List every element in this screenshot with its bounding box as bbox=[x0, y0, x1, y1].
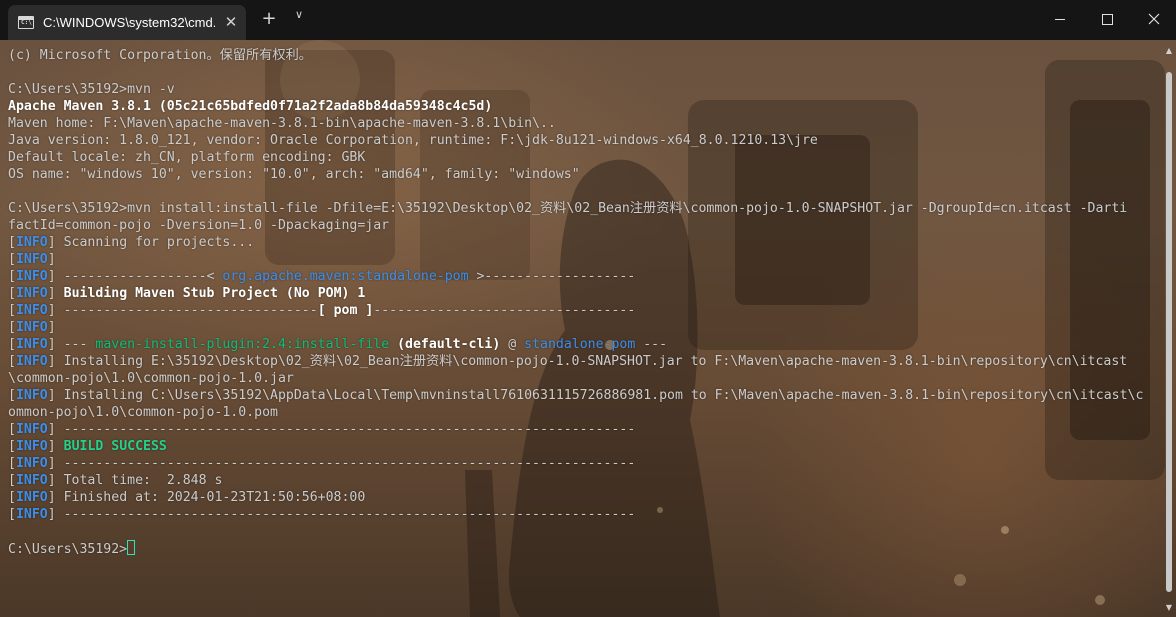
console-line: ommon-pojo\1.0\common-pojo-1.0.pom bbox=[8, 405, 278, 420]
terminal-icon-text: C:\ bbox=[21, 19, 32, 26]
console-line: [INFO] --- maven-install-plugin:2.4:inst… bbox=[8, 337, 668, 352]
console-line: Maven home: F:\Maven\apache-maven-3.8.1-… bbox=[8, 116, 556, 131]
new-tab-button[interactable]: + bbox=[255, 8, 283, 36]
console-line: [INFO] ---------------------------------… bbox=[8, 456, 636, 471]
prompt-line[interactable]: C:\Users\35192> bbox=[8, 540, 1143, 557]
console-line: factId=common-pojo -Dversion=1.0 -Dpacka… bbox=[8, 218, 390, 233]
tab-title: C:\WINDOWS\system32\cmd. bbox=[43, 15, 215, 30]
console-line: [INFO] Building Maven Stub Project (No P… bbox=[8, 286, 366, 301]
console-line: [INFO] --------------------------------[… bbox=[8, 303, 636, 318]
console-line: [INFO] Installing C:\Users\35192\AppData… bbox=[8, 388, 1144, 403]
terminal-window: C:\ C:\WINDOWS\system32\cmd. ✕ + ∨ (c) M… bbox=[0, 0, 1176, 617]
console-line: (c) Microsoft Corporation。保留所有权利。 bbox=[8, 48, 312, 63]
console-line: \common-pojo\1.0\common-pojo-1.0.jar bbox=[8, 371, 294, 386]
tab-dropdown-button[interactable]: ∨ bbox=[285, 8, 313, 36]
maximize-button[interactable] bbox=[1083, 0, 1131, 40]
scrollbar-thumb[interactable] bbox=[1166, 72, 1172, 592]
console-line: [INFO] ---------------------------------… bbox=[8, 422, 636, 437]
console-line: C:\Users\35192>mvn -v bbox=[8, 82, 175, 97]
console-line: [INFO] Total time: 2.848 s bbox=[8, 473, 223, 488]
console-line: Apache Maven 3.8.1 (05c21c65bdfed0f71a2f… bbox=[8, 99, 493, 114]
command-prompt: C:\Users\35192> bbox=[8, 542, 128, 557]
console-line: C:\Users\35192>mvn install:install-file … bbox=[8, 201, 1128, 216]
close-icon bbox=[1148, 13, 1160, 25]
tab-close-icon[interactable]: ✕ bbox=[223, 14, 239, 30]
terminal-tab[interactable]: C:\ C:\WINDOWS\system32\cmd. ✕ bbox=[8, 5, 246, 40]
console-line: Default locale: zh_CN, platform encoding… bbox=[8, 150, 366, 165]
scroll-up-arrow-icon[interactable]: ▲ bbox=[1164, 46, 1174, 56]
console-line: [INFO] ---------------------------------… bbox=[8, 507, 636, 522]
terminal-icon: C:\ bbox=[18, 16, 34, 29]
minimize-button[interactable] bbox=[1036, 0, 1084, 40]
title-bar[interactable]: C:\ C:\WINDOWS\system32\cmd. ✕ + ∨ bbox=[0, 0, 1176, 40]
console-output: (c) Microsoft Corporation。保留所有权利。 C:\User… bbox=[8, 47, 1143, 557]
console-line: [INFO] Finished at: 2024-01-23T21:50:56+… bbox=[8, 490, 366, 505]
console-line: [INFO] ------------------< org.apache.ma… bbox=[8, 269, 636, 284]
console-line: [INFO] bbox=[8, 320, 56, 335]
console-line: [INFO] Installing E:\35192\Desktop\02_资料… bbox=[8, 354, 1128, 369]
vertical-scrollbar[interactable]: ▲ ▼ bbox=[1162, 40, 1176, 617]
console-line: [INFO] Scanning for projects... bbox=[8, 235, 255, 250]
text-cursor[interactable] bbox=[127, 540, 136, 555]
console-line: OS name: "windows 10", version: "10.0", … bbox=[8, 167, 580, 182]
terminal-output-area[interactable]: (c) Microsoft Corporation。保留所有权利。 C:\User… bbox=[0, 40, 1176, 617]
console-line: [INFO] bbox=[8, 252, 56, 267]
console-line: [INFO] BUILD SUCCESS bbox=[8, 439, 167, 454]
console-line: Java version: 1.8.0_121, vendor: Oracle … bbox=[8, 133, 818, 148]
close-button[interactable] bbox=[1130, 0, 1176, 40]
scroll-down-arrow-icon[interactable]: ▼ bbox=[1164, 603, 1174, 613]
